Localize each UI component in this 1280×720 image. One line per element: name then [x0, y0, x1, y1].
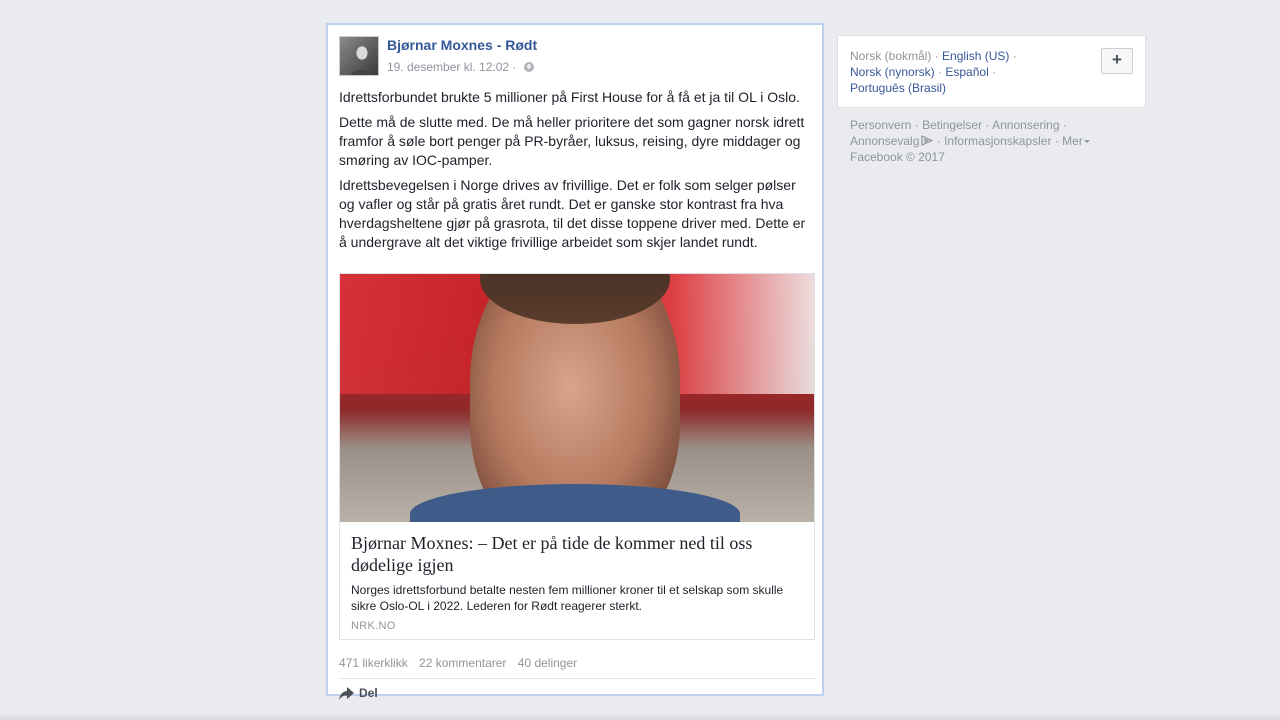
- link-preview-body: Bjørnar Moxnes: – Det er på tide de komm…: [340, 522, 814, 639]
- link-preview-card[interactable]: Bjørnar Moxnes: – Det er på tide de komm…: [339, 273, 815, 640]
- comments-count-link[interactable]: 22 kommentarer: [419, 656, 506, 670]
- footer-link-terms[interactable]: Betingelser: [922, 118, 982, 132]
- link-source: NRK.NO: [351, 620, 396, 632]
- add-language-button[interactable]: +: [1101, 48, 1133, 74]
- post-stats: 471 likerklikk 22 kommentarer 40 delinge…: [339, 656, 585, 670]
- post-text: Idrettsforbundet brukte 5 millioner på F…: [339, 88, 815, 252]
- post-paragraph: Idrettsforbundet brukte 5 millioner på F…: [339, 89, 800, 105]
- footer-link-adchoices[interactable]: Annonsevalg: [850, 134, 934, 148]
- likes-count-link[interactable]: 471 likerklikk: [339, 656, 408, 670]
- post-card: Bjørnar Moxnes - Rødt 19. desember kl. 1…: [326, 23, 824, 700]
- language-link[interactable]: Norsk (nynorsk): [850, 65, 935, 79]
- language-link[interactable]: English (US): [942, 49, 1009, 63]
- post-content: Bjørnar Moxnes - Rødt 19. desember kl. 1…: [339, 36, 815, 700]
- adchoices-icon: [921, 135, 934, 146]
- post-header: Bjørnar Moxnes - Rødt 19. desember kl. 1…: [339, 36, 815, 78]
- shares-count-link[interactable]: 40 delinger: [518, 656, 577, 670]
- globe-icon[interactable]: [523, 62, 534, 72]
- footer-link-cookies[interactable]: Informasjonskapsler: [944, 134, 1051, 148]
- link-preview-image[interactable]: [340, 274, 814, 522]
- share-arrow-icon: [339, 686, 354, 700]
- image-portrait-shirt: [410, 484, 740, 522]
- language-link[interactable]: Português (Brasil): [850, 81, 946, 95]
- author-name-link[interactable]: Bjørnar Moxnes - Rødt: [387, 37, 537, 53]
- meta-separator: ·: [512, 60, 517, 74]
- link-description: Norges idrettsforbund betalte nesten fem…: [351, 583, 784, 613]
- footer-link-advertising[interactable]: Annonsering: [992, 118, 1059, 132]
- current-language: Norsk (bokmål): [850, 49, 932, 63]
- actions-divider: [339, 678, 815, 679]
- caret-down-icon: [1083, 140, 1090, 143]
- link-title[interactable]: Bjørnar Moxnes: – Det er på tide de komm…: [351, 532, 803, 576]
- author-avatar[interactable]: [339, 36, 379, 76]
- language-list: Norsk (bokmål) · English (US) · Norsk (n…: [850, 49, 1017, 95]
- post-paragraph: Dette må de slutte med. De må heller pri…: [339, 114, 805, 168]
- post-paragraph: Idrettsbevegelsen i Norge drives av friv…: [339, 177, 806, 250]
- footer-copyright: Facebook © 2017: [850, 150, 945, 164]
- post-timestamp-link[interactable]: 19. desember kl. 12:02: [387, 60, 509, 74]
- share-button[interactable]: Del: [339, 686, 378, 700]
- language-selector: Norsk (bokmål) · English (US) · Norsk (n…: [837, 35, 1146, 108]
- language-link[interactable]: Español: [945, 65, 988, 79]
- page-footer: Personvern · Betingelser · Annonsering ·…: [850, 117, 1140, 165]
- footer-link-privacy[interactable]: Personvern: [850, 118, 911, 132]
- share-label: Del: [359, 686, 378, 700]
- footer-link-more[interactable]: Mer: [1062, 134, 1090, 148]
- bottom-edge: [0, 714, 1280, 720]
- post-meta: 19. desember kl. 12:02 ·: [387, 60, 534, 74]
